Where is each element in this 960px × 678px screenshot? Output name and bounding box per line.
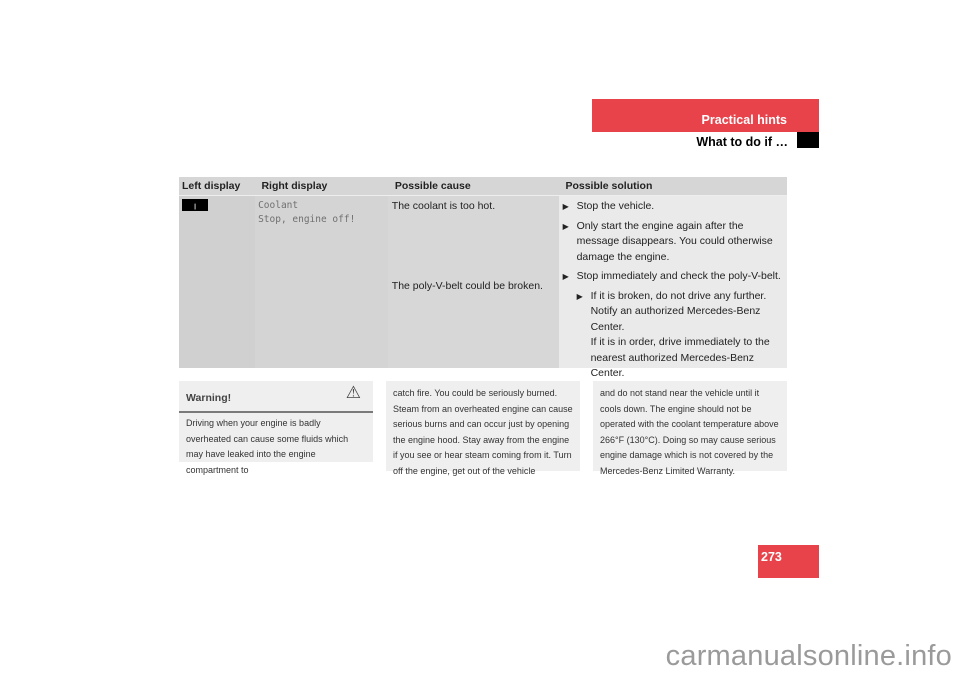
- solution-item: ▶ Stop the vehicle.: [563, 199, 783, 215]
- bullet-arrow-icon: ▶: [576, 291, 583, 301]
- page-number-badge: 273: [758, 545, 819, 578]
- display-messages-table: Left display Right display Possible caus…: [179, 177, 787, 379]
- warning-triangle-icon: ⚠: [345, 383, 361, 402]
- possible-solution-cell: ▶ Stop the vehicle. ▶ Only start the eng…: [558, 196, 787, 379]
- right-display-cell: Coolant Stop, engine off!: [255, 196, 388, 368]
- warning-text: and do not stand near the vehicle until …: [600, 388, 779, 476]
- page-number: 273: [761, 550, 782, 564]
- bullet-arrow-icon: ▶: [562, 202, 569, 211]
- table-row: ╷ Coolant Stop, engine off! The coolant …: [179, 196, 787, 379]
- watermark: carmanualsonline.info: [665, 640, 952, 672]
- warning-title: Warning!: [186, 392, 232, 404]
- warning-continuation-box: catch fire. You could be seriously burne…: [386, 381, 580, 476]
- coolant-temperature-icon: ╷: [182, 199, 208, 211]
- sub-solution-item: ▶ If it is broken, do not drive any furt…: [563, 289, 783, 382]
- display-message-line: Coolant: [258, 200, 299, 211]
- warning-box: Warning! ⚠ Driving when your engine is b…: [179, 381, 373, 475]
- bullet-arrow-icon: ▶: [562, 221, 569, 231]
- section-marker: [797, 132, 819, 148]
- column-header-possible-cause: Possible cause: [394, 180, 471, 192]
- cause-text: The coolant is too hot.: [391, 200, 496, 212]
- solution-item: ▶ Only start the engine again after the …: [563, 219, 783, 266]
- section-title: Practical hints: [701, 113, 787, 127]
- cause-text: The poly-V-belt could be broken.: [391, 280, 543, 292]
- warning-text: catch fire. You could be seriously burne…: [393, 388, 573, 476]
- solution-text: Only start the engine again after the me…: [576, 219, 773, 263]
- solution-text: Stop immediately and check the poly-V-be…: [576, 270, 781, 282]
- warning-text: Driving when your engine is badly overhe…: [186, 418, 349, 475]
- display-message-line: Stop, engine off!: [258, 214, 356, 225]
- column-header-left-display: Left display: [182, 180, 241, 192]
- section-header-bar: Practical hints: [592, 99, 819, 132]
- subsection-title: What to do if …: [696, 135, 788, 149]
- solution-text: Stop the vehicle.: [576, 200, 655, 212]
- column-header-possible-solution: Possible solution: [565, 180, 653, 192]
- table-header: Left display Right display Possible caus…: [179, 177, 787, 196]
- column-header-right-display: Right display: [261, 180, 328, 192]
- warning-continuation-box: and do not stand near the vehicle until …: [593, 381, 787, 476]
- possible-cause-cell: The coolant is too hot. The poly-V-belt …: [387, 196, 559, 368]
- left-display-cell: ╷: [179, 196, 256, 368]
- warning-header: Warning! ⚠: [179, 381, 373, 413]
- sub-solution-text: If it is broken, do not drive any furthe…: [591, 289, 783, 382]
- sub-solution-line: If it is broken, do not drive any furthe…: [590, 289, 767, 333]
- solution-item: ▶ Stop immediately and check the poly-V-…: [563, 269, 783, 285]
- bullet-arrow-icon: ▶: [562, 272, 569, 281]
- sub-solution-line: If it is in order, drive immediately to …: [590, 336, 770, 379]
